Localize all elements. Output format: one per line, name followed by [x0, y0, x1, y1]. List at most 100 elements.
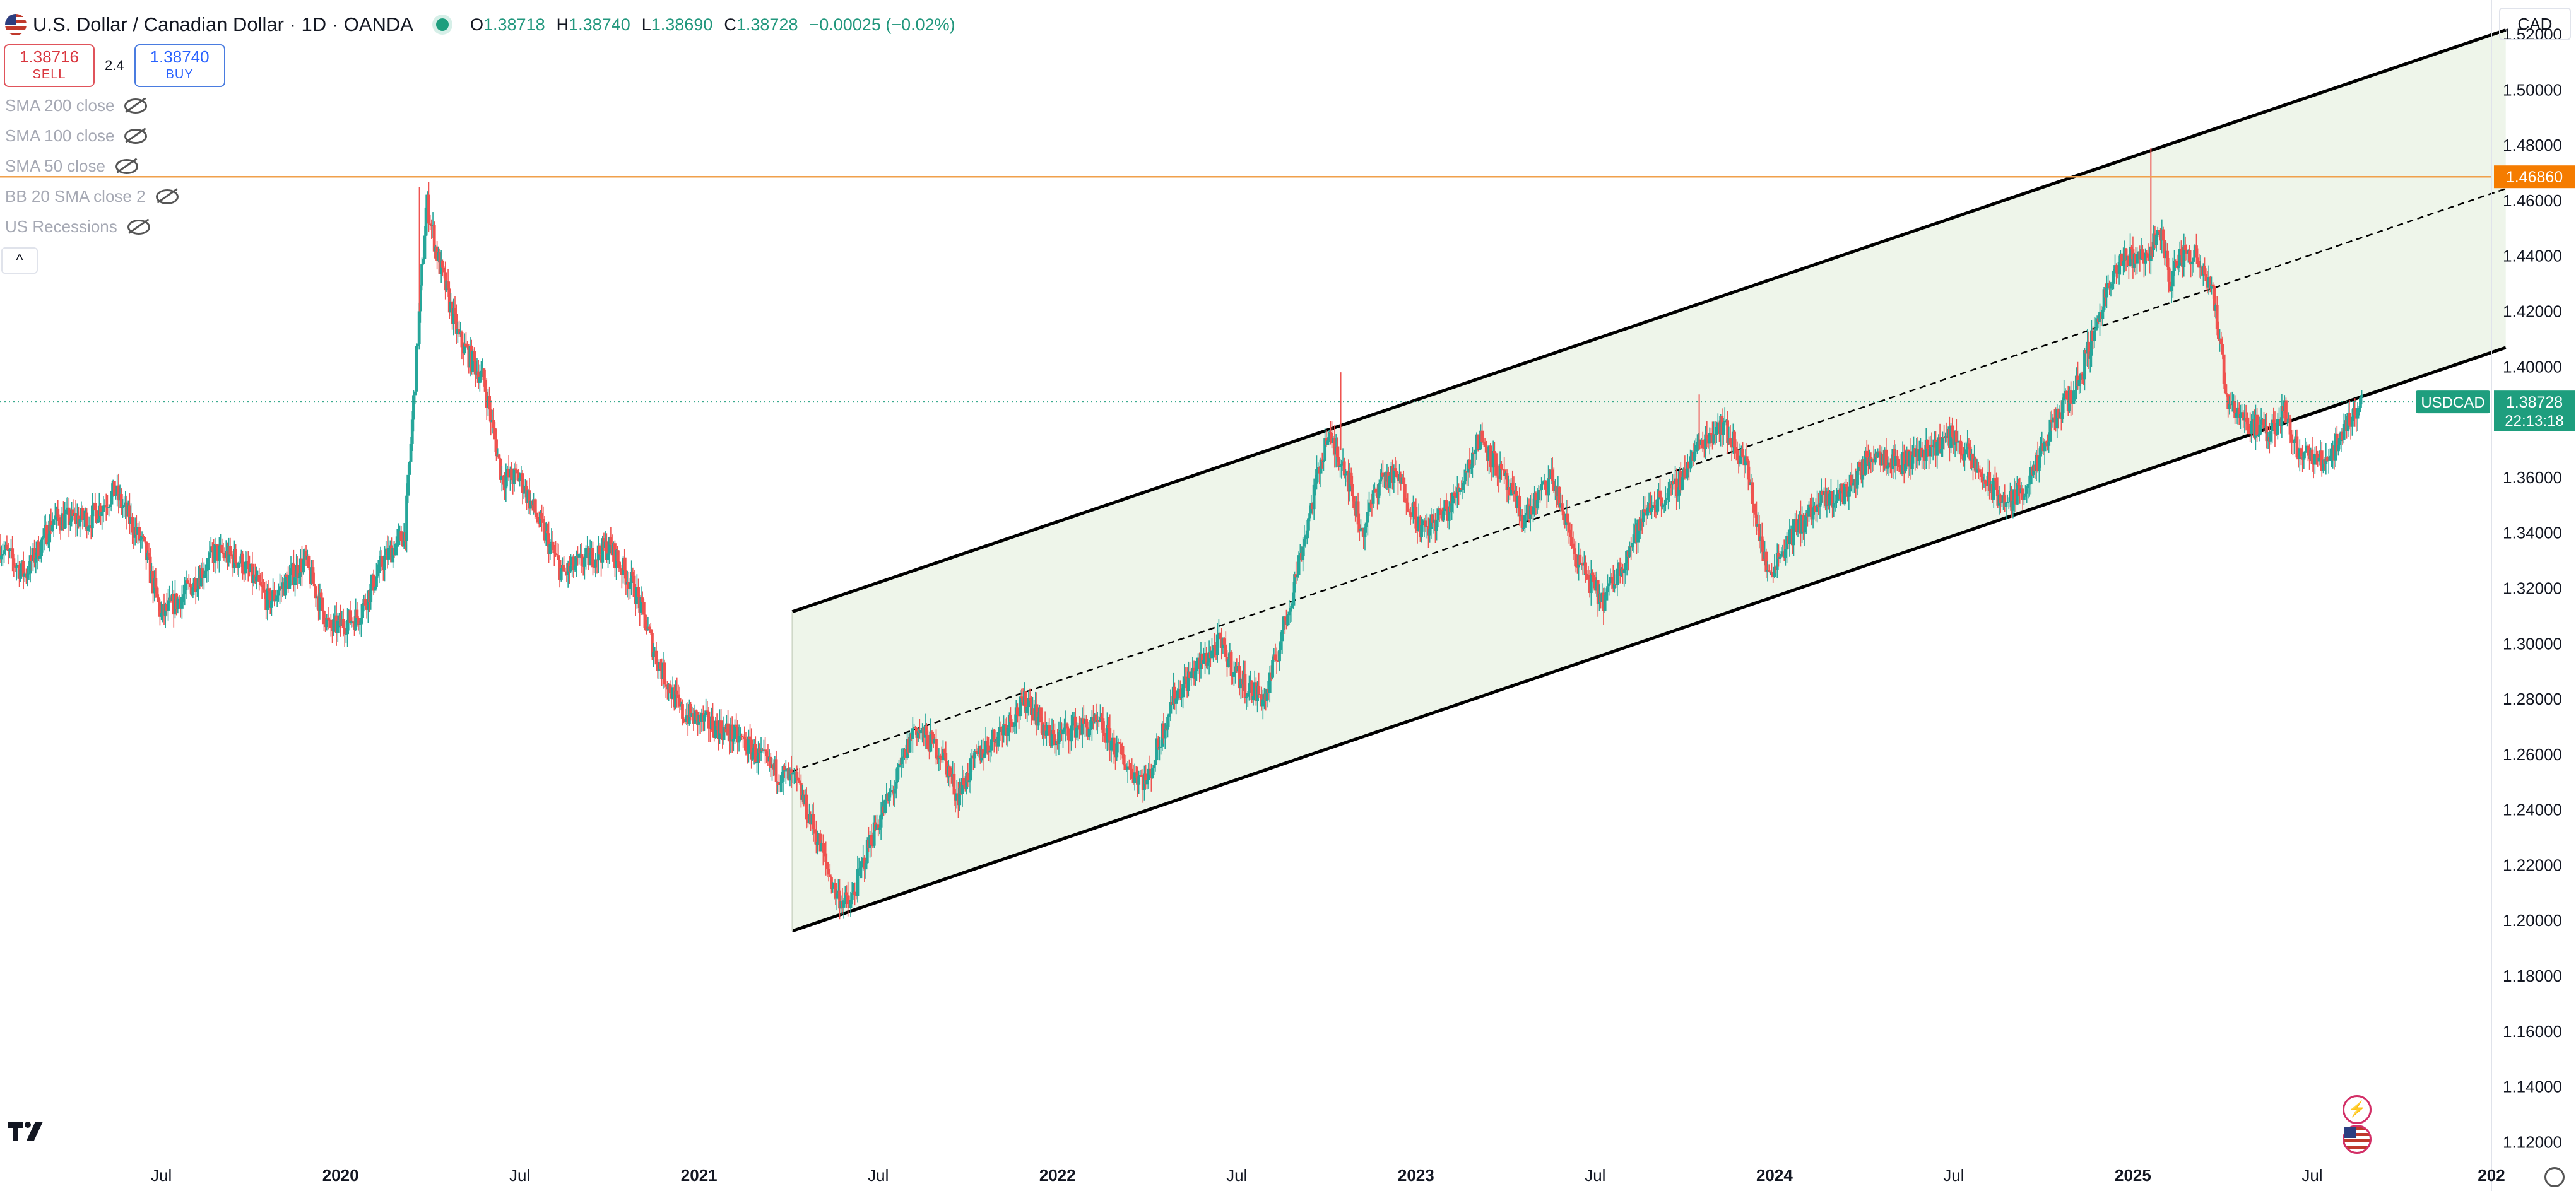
time-tick-label: Jul — [868, 1166, 889, 1185]
candle-body — [1547, 478, 1550, 496]
price-tick-label: 1.34000 — [2503, 524, 2562, 543]
indicator-label: SMA 200 close — [5, 96, 115, 115]
price-tick-label: 1.46000 — [2503, 191, 2562, 210]
price-tick-label: 1.28000 — [2503, 689, 2562, 708]
candle-body — [2250, 421, 2254, 434]
eye-off-icon[interactable] — [124, 98, 148, 114]
candle-body — [234, 549, 238, 563]
candle-body — [1229, 652, 1233, 676]
eye-off-icon[interactable] — [127, 219, 150, 235]
candle-body — [423, 235, 427, 259]
candle-body — [2273, 423, 2277, 435]
market-status-icon[interactable] — [435, 18, 449, 31]
candle-body — [795, 772, 799, 778]
candle-body — [681, 704, 684, 719]
us-ca-flag-icon — [5, 14, 27, 35]
time-tick-label: Jul — [1585, 1166, 1605, 1185]
candle-body — [864, 863, 868, 870]
candle-body — [1520, 515, 1524, 528]
candle-body — [1540, 484, 1544, 490]
countdown-label: 22:13:18 — [2505, 413, 2563, 430]
current-price-tag-label: 1.38728 — [2506, 394, 2563, 411]
price-tick-label: 1.36000 — [2503, 468, 2562, 487]
indicator-sma200[interactable]: SMA 200 close — [5, 96, 148, 115]
candle-body — [911, 728, 914, 739]
candle-body — [2255, 414, 2259, 436]
open-value: 1.38718 — [483, 15, 545, 34]
collapse-indicators-button[interactable]: ^ — [1, 247, 38, 274]
indicator-label: US Recessions — [5, 217, 117, 236]
price-tick-label: 1.12000 — [2503, 1132, 2562, 1151]
price-tick-label: 1.20000 — [2503, 911, 2562, 930]
candle-body — [1414, 507, 1418, 529]
trade-panel: 1.38716 SELL 2.4 1.38740 BUY — [4, 44, 225, 87]
candle-body — [399, 531, 403, 541]
eye-off-icon[interactable] — [124, 128, 148, 144]
time-tick-label: 2022 — [1039, 1166, 1076, 1185]
candle-body — [176, 598, 180, 609]
eye-off-icon[interactable] — [115, 158, 138, 174]
candle-body — [774, 759, 778, 782]
candle-body — [191, 587, 195, 596]
candle-body — [1227, 659, 1231, 667]
channel-mid-line — [792, 187, 2507, 772]
candle-body — [244, 561, 247, 574]
high-label: H — [556, 15, 569, 34]
low-label: L — [641, 15, 651, 34]
buy-button[interactable]: 1.38740 BUY — [134, 44, 225, 87]
indicator-label: SMA 100 close — [5, 126, 115, 145]
candle-body — [588, 552, 592, 565]
lightning-icon[interactable]: ⚡ — [2343, 1095, 2372, 1124]
price-tick-label: 1.44000 — [2503, 247, 2562, 266]
price-tick-label: 1.32000 — [2503, 578, 2562, 597]
price-tick-label: 1.26000 — [2503, 745, 2562, 764]
sell-button[interactable]: 1.38716 SELL — [4, 44, 95, 87]
candle-body — [413, 391, 417, 396]
candle-body — [824, 853, 828, 862]
candle-body — [2136, 254, 2139, 264]
indicator-us-recessions[interactable]: US Recessions — [5, 217, 150, 237]
us-flag-icon[interactable] — [2343, 1125, 2372, 1154]
buy-label: BUY — [165, 67, 194, 81]
indicator-sma50[interactable]: SMA 50 close — [5, 156, 138, 176]
candle-body — [293, 577, 297, 585]
settings-gear-icon[interactable] — [2544, 1167, 2565, 1187]
eye-off-icon[interactable] — [155, 189, 179, 204]
price-tick-label: 1.14000 — [2503, 1077, 2562, 1096]
ohlc-values: O1.38718 H1.38740 L1.38690 C1.38728 −0.0… — [470, 15, 955, 35]
tradingview-logo-icon[interactable] — [8, 1119, 48, 1142]
candle-body — [1828, 493, 1831, 506]
parallel-channel[interactable] — [791, 28, 2507, 933]
change-value: −0.00025 (−0.02%) — [809, 15, 955, 34]
close-label: C — [724, 15, 736, 34]
time-tick-label: 2020 — [322, 1166, 359, 1185]
time-tick-label: 202 — [2478, 1166, 2505, 1185]
time-axis[interactable]: Jul 2020 Jul 2021 Jul 2022 Jul 2023 Jul 2024 Jul 20… — [151, 1166, 2505, 1185]
candle-body — [2192, 257, 2195, 262]
indicator-sma100[interactable]: SMA 100 close — [5, 126, 148, 146]
candle-body — [319, 592, 323, 598]
price-tick-label: 1.16000 — [2503, 1022, 2562, 1041]
candle-body — [1523, 515, 1527, 528]
candle-body — [2047, 441, 2051, 446]
price-chart[interactable]: 1.12000 1.14000 1.16000 1.18000 1.20000 1.220… — [0, 0, 2576, 1191]
buy-price: 1.38740 — [150, 47, 210, 66]
sell-price: 1.38716 — [20, 47, 79, 66]
candle-body — [944, 753, 948, 761]
candle-body — [112, 481, 116, 496]
currency-selector[interactable]: CAD — [2499, 8, 2571, 40]
candle-body — [1963, 454, 1966, 461]
candle-body — [1137, 776, 1141, 785]
indicator-bb20[interactable]: BB 20 SMA close 2 — [5, 187, 179, 206]
time-tick-label: Jul — [509, 1166, 530, 1185]
candle-body — [1297, 555, 1301, 575]
price-tick-label: 1.30000 — [2503, 634, 2562, 653]
candle-body — [1243, 674, 1247, 698]
price-tick-label: 1.24000 — [2503, 801, 2562, 819]
symbol-title[interactable]: U.S. Dollar / Canadian Dollar · 1D · OAN… — [33, 13, 413, 36]
symbol-header[interactable]: U.S. Dollar / Canadian Dollar · 1D · OAN… — [5, 9, 955, 40]
time-tick-label: Jul — [151, 1166, 172, 1185]
candle-body — [254, 576, 258, 582]
price-tick-label: 1.42000 — [2503, 302, 2562, 321]
time-tick-label: Jul — [2301, 1166, 2322, 1185]
